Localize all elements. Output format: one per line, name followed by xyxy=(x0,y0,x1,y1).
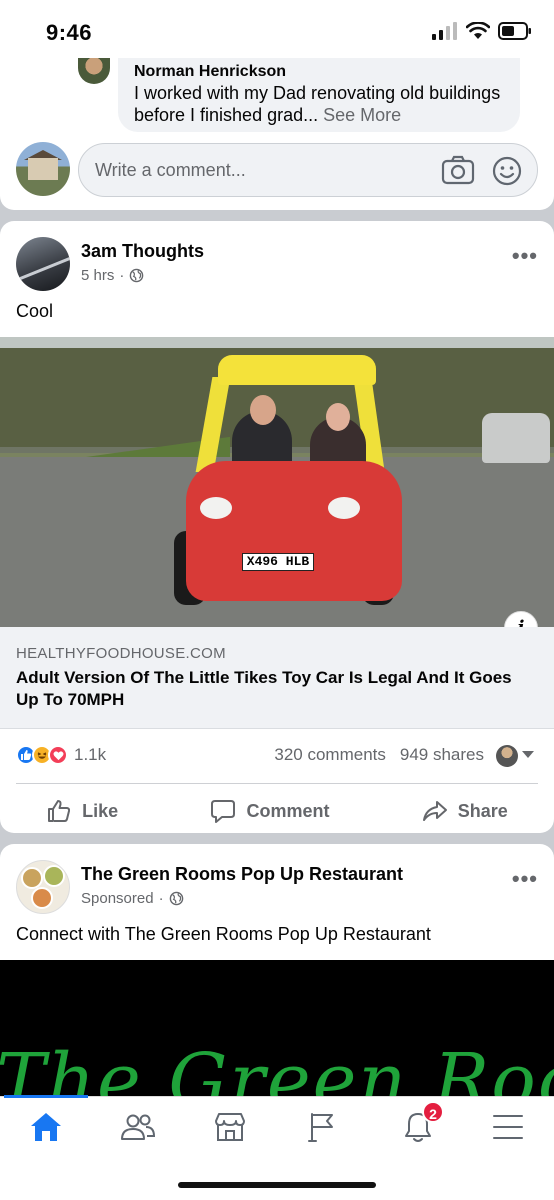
background-car xyxy=(482,413,550,463)
license-plate: X496 HLB xyxy=(242,553,314,571)
sponsored-options-button[interactable]: ••• xyxy=(512,866,538,892)
tab-marketplace[interactable] xyxy=(208,1109,252,1145)
post-time[interactable]: 5 hrs xyxy=(81,267,114,284)
comment-section: Norman Henrickson I worked with my Dad r… xyxy=(0,58,554,210)
tab-friends[interactable] xyxy=(116,1109,160,1145)
sponsored-media[interactable]: The Green Room xyxy=(0,960,554,1100)
friends-icon xyxy=(121,1114,156,1140)
post-meta: 5 hrs · xyxy=(81,267,144,284)
tab-home[interactable] xyxy=(24,1109,68,1145)
chevron-down-icon[interactable] xyxy=(522,751,534,758)
see-more-link[interactable]: See More xyxy=(323,105,401,125)
battery-icon xyxy=(498,22,531,40)
comment-text: I worked with my Dad renovating old buil… xyxy=(134,82,504,126)
link-preview[interactable]: HEALTHYFOODHOUSE.COM Adult Version Of Th… xyxy=(0,627,554,729)
pages-flag-icon xyxy=(308,1113,333,1142)
reactions-summary[interactable]: 1.1k xyxy=(16,745,106,765)
status-time: 9:46 xyxy=(46,20,93,45)
active-tab-indicator xyxy=(4,1095,88,1098)
meta-separator: · xyxy=(158,890,164,907)
link-title: Adult Version Of The Little Tikes Toy Ca… xyxy=(16,668,512,709)
engagement-counts: 320 comments 949 shares xyxy=(274,745,484,765)
sponsor-name[interactable]: The Green Rooms Pop Up Restaurant xyxy=(81,864,403,885)
love-reaction-icon xyxy=(48,745,68,765)
wifi-icon xyxy=(466,22,490,39)
status-bar: 9:46 xyxy=(0,0,554,58)
link-preview-image[interactable]: X496 HLB xyxy=(0,337,554,627)
globe-icon xyxy=(169,891,183,906)
reaction-count: 1.1k xyxy=(74,745,107,764)
sponsored-media-text: The Green Room xyxy=(0,1038,554,1100)
like-button[interactable]: Like xyxy=(46,798,118,824)
post-actions: Like Comment Share xyxy=(0,793,554,829)
link-domain: HEALTHYFOODHOUSE.COM xyxy=(16,645,226,662)
status-icons xyxy=(432,22,532,40)
meta-separator: · xyxy=(119,267,125,284)
comment-placeholder: Write a comment... xyxy=(95,160,246,180)
tab-pages[interactable] xyxy=(300,1109,344,1145)
comment-label: Comment xyxy=(246,800,330,821)
home-indicator xyxy=(178,1182,376,1188)
share-count[interactable]: 949 shares xyxy=(400,745,484,765)
signal-icon xyxy=(432,22,457,40)
comment-count[interactable]: 320 comments xyxy=(274,745,386,765)
post-author-avatar[interactable] xyxy=(16,237,70,291)
sponsored-meta: Sponsored · xyxy=(81,890,184,907)
comment-author[interactable]: Norman Henrickson xyxy=(134,62,504,82)
comment-input[interactable]: Write a comment... xyxy=(78,143,538,197)
emoji-icon[interactable] xyxy=(491,155,523,187)
post-card: 3am Thoughts 5 hrs · ••• Cool X496 HLB i… xyxy=(0,221,554,833)
globe-icon xyxy=(130,268,144,283)
share-label: Share xyxy=(457,800,508,821)
share-button[interactable]: Share xyxy=(422,798,508,824)
sponsored-text: Connect with The Green Rooms Pop Up Rest… xyxy=(16,924,431,944)
my-avatar[interactable] xyxy=(16,142,70,196)
post-options-button[interactable]: ••• xyxy=(512,243,538,269)
marketplace-icon xyxy=(215,1113,245,1141)
comment-icon xyxy=(211,800,236,823)
home-icon xyxy=(31,1113,61,1141)
menu-icon xyxy=(493,1115,523,1139)
tab-notifications[interactable]: 2 xyxy=(396,1101,444,1145)
commenter-avatar[interactable] xyxy=(78,58,110,84)
toy-car-roof xyxy=(218,355,376,385)
sponsor-avatar[interactable] xyxy=(16,860,70,914)
comment-body: I worked with my Dad renovating old buil… xyxy=(134,83,501,125)
toy-car-body xyxy=(186,461,402,601)
notifications-badge: 2 xyxy=(422,1101,444,1123)
comment-button[interactable]: Comment xyxy=(210,798,329,824)
post-author[interactable]: 3am Thoughts xyxy=(81,241,204,262)
comment-bubble[interactable]: Norman Henrickson I worked with my Dad r… xyxy=(118,58,520,132)
camera-icon[interactable] xyxy=(441,155,475,185)
tab-menu[interactable] xyxy=(486,1109,530,1145)
share-as-avatar[interactable] xyxy=(496,745,518,767)
like-label: Like xyxy=(82,800,119,821)
share-arrow-icon xyxy=(422,801,447,821)
post-text: Cool xyxy=(16,301,54,321)
thumbs-up-icon xyxy=(48,800,71,822)
sponsored-label[interactable]: Sponsored xyxy=(81,890,154,907)
divider xyxy=(16,783,538,784)
